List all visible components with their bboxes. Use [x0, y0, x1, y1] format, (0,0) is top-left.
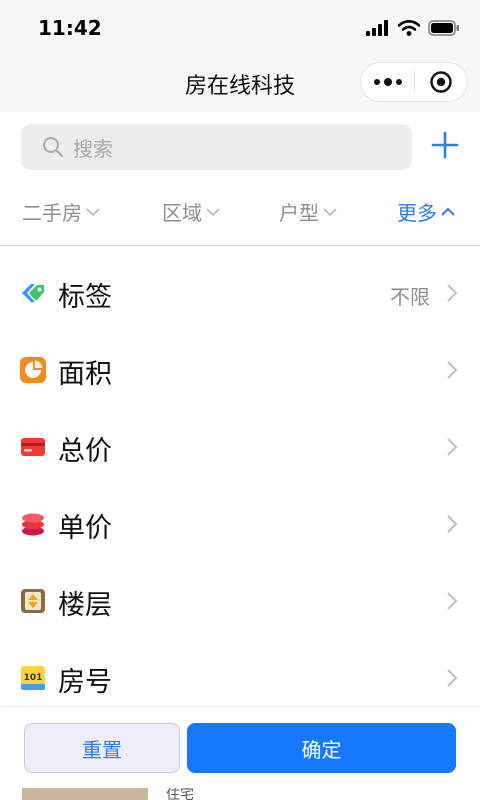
reset-button[interactable]: 重置 [24, 723, 180, 773]
option-label: 总价 [58, 436, 112, 467]
search-icon [43, 137, 64, 158]
chevron-right-icon [447, 669, 458, 687]
room-number-icon-text: 101 [24, 673, 43, 683]
total-price-icon [21, 438, 45, 456]
option-room-number[interactable]: 101 房号 [0, 632, 480, 709]
more-options-button[interactable] [361, 62, 414, 102]
option-area[interactable]: 面积 [0, 324, 480, 401]
dot-icon [395, 79, 402, 85]
target-icon [430, 71, 452, 93]
listing-thumbnail [22, 788, 148, 800]
filter-label: 二手房 [22, 201, 82, 225]
option-unit-price[interactable]: 单价 [0, 478, 480, 555]
search-row: 搜索 [0, 112, 480, 180]
chevron-right-icon [447, 438, 458, 456]
filter-district[interactable]: 区域 [162, 197, 221, 226]
status-time: 11:42 [38, 16, 102, 40]
tag-icon [22, 284, 44, 302]
confirm-button[interactable]: 确定 [187, 723, 456, 773]
option-tag[interactable]: 标签 不限 [0, 247, 480, 324]
status-bar: 11:42 [0, 0, 480, 60]
chevron-right-icon [447, 592, 458, 610]
option-value: 不限 [390, 285, 430, 309]
area-icon [20, 357, 46, 383]
option-label: 房号 [58, 667, 112, 698]
chevron-up-icon [441, 207, 455, 216]
search-placeholder: 搜索 [73, 136, 113, 161]
filter-more[interactable]: 更多 [397, 197, 456, 226]
underlying-list-peek: 住宅 [0, 788, 480, 800]
filter-house-type[interactable]: 二手房 [22, 197, 101, 226]
filter-label: 区域 [162, 201, 202, 225]
dot-icon [373, 79, 380, 85]
unit-price-icon [22, 513, 44, 536]
filter-label: 户型 [279, 201, 319, 225]
chevron-right-icon [447, 361, 458, 379]
chevron-down-icon [206, 207, 220, 216]
more-filter-list: 标签 不限 面积 总价 单价 楼层 101 房号 [0, 247, 480, 709]
nav-bar: 房在线科技 [0, 60, 480, 112]
floor-icon [21, 589, 45, 613]
option-label: 标签 [58, 282, 112, 313]
room-number-icon: 101 [21, 666, 45, 690]
bottom-action-bar: 重置 确定 [0, 706, 480, 788]
capsule-menu [360, 62, 468, 102]
filter-label: 更多 [397, 201, 437, 225]
chevron-right-icon [447, 515, 458, 533]
status-icons [366, 20, 460, 36]
option-label: 面积 [58, 359, 112, 390]
option-label: 楼层 [58, 590, 112, 621]
chevron-down-icon [86, 207, 100, 216]
chevron-down-icon [323, 207, 337, 216]
dot-icon [383, 78, 392, 86]
close-miniprogram-button[interactable] [415, 62, 467, 102]
signal-icon [366, 20, 388, 36]
filter-layout[interactable]: 户型 [279, 197, 338, 226]
wifi-icon [398, 20, 420, 36]
filter-bar: 二手房 区域 户型 更多 [0, 180, 480, 246]
chevron-right-icon [447, 284, 458, 302]
option-total-price[interactable]: 总价 [0, 401, 480, 478]
battery-icon [428, 20, 459, 36]
option-label: 单价 [58, 513, 112, 544]
add-icon[interactable] [430, 130, 460, 160]
option-floor[interactable]: 楼层 [0, 555, 480, 632]
search-input[interactable]: 搜索 [21, 124, 412, 170]
listing-type-text: 住宅 [166, 788, 194, 800]
